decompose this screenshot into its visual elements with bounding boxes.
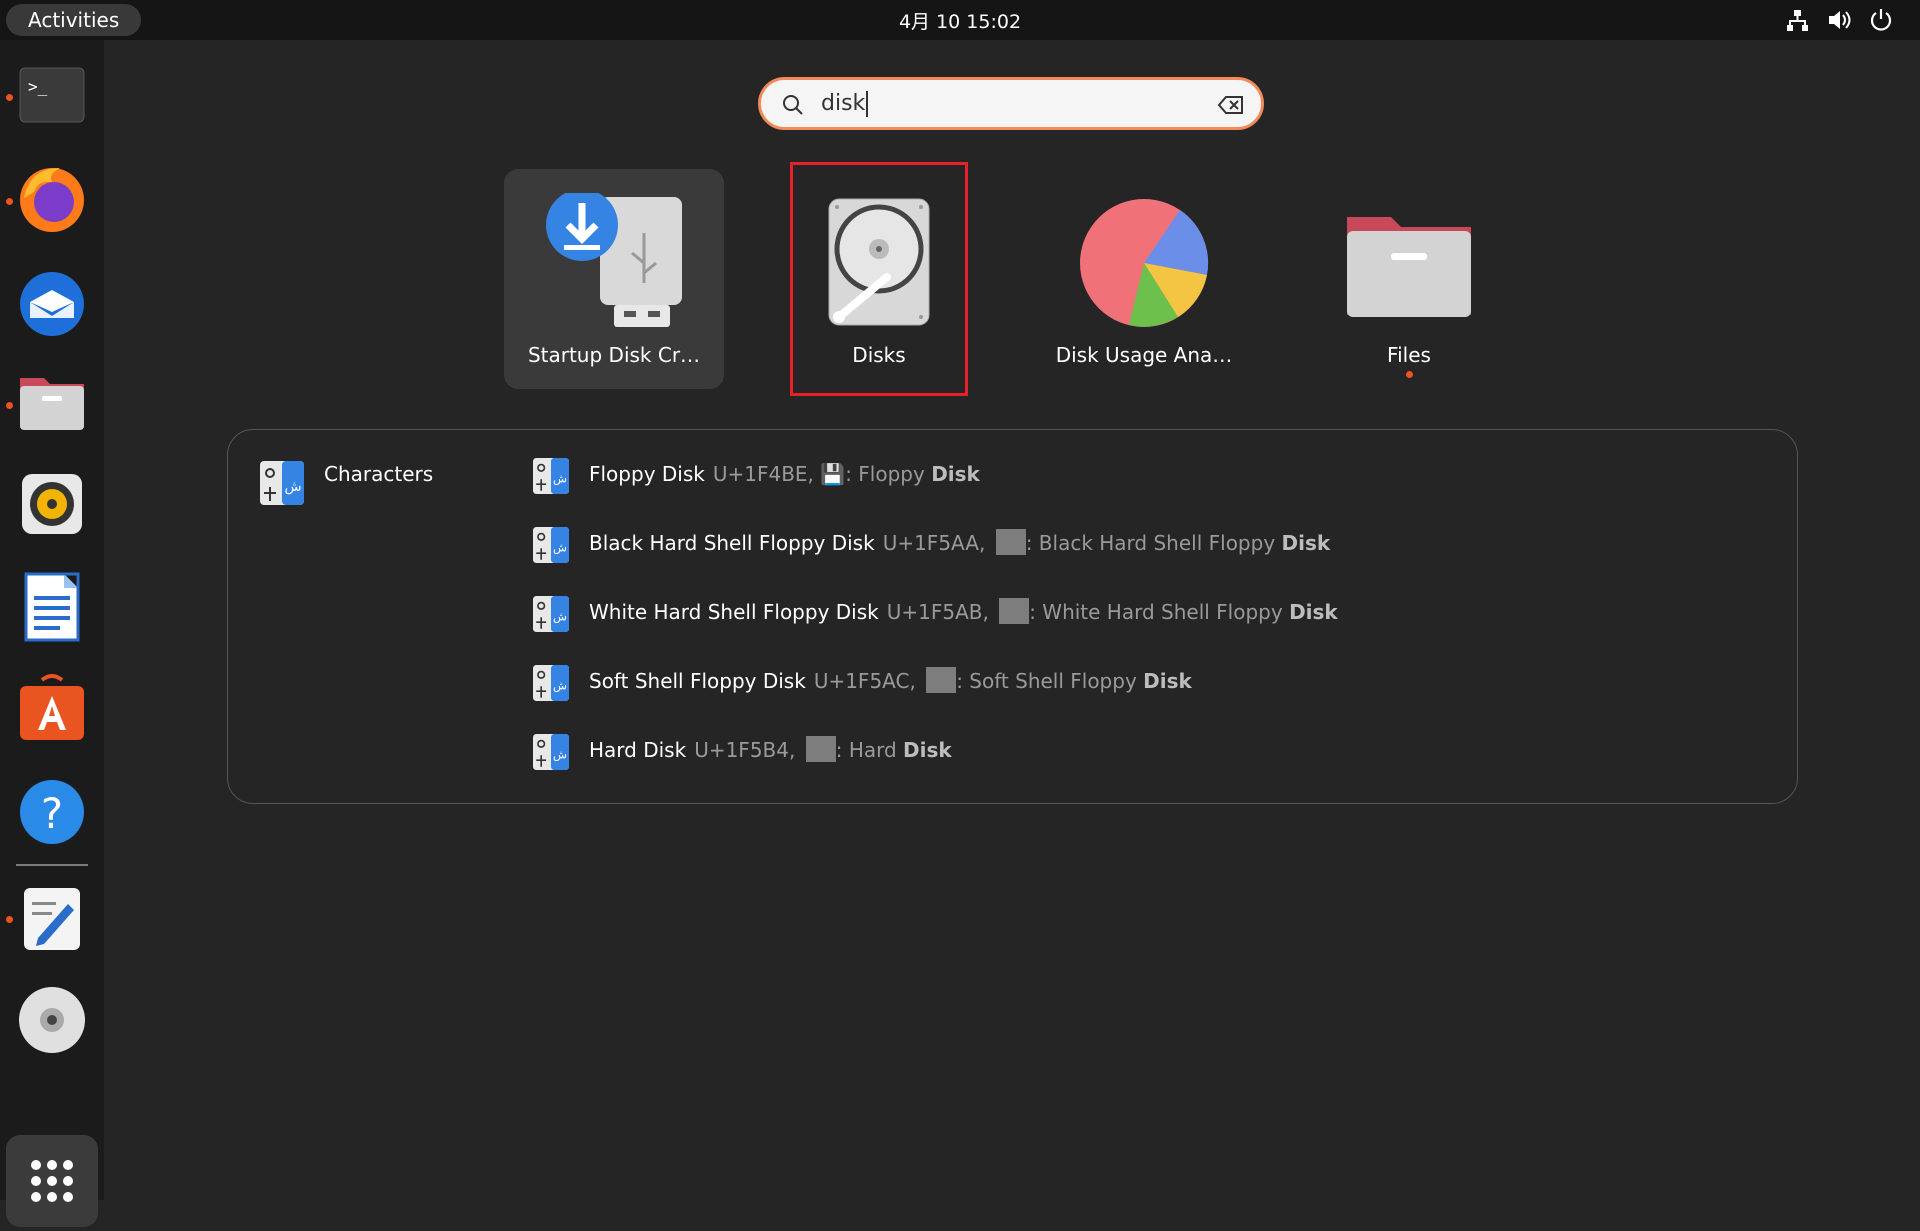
character-result-row[interactable]: ش Floppy Disk U+1F4BE, 💾: Floppy Disk: [533, 454, 1733, 494]
dock-separator: [16, 864, 88, 866]
disk-usage-analyzer-icon: [1080, 199, 1209, 327]
character-desc-text: Hard: [848, 738, 897, 762]
character-glyph: 💾: [820, 462, 846, 486]
startup-disk-creator-icon: [546, 193, 682, 327]
app-center-icon[interactable]: [12, 668, 92, 748]
character-desc-match: Disk: [1143, 669, 1192, 693]
backspace-clear-icon[interactable]: [1217, 94, 1245, 116]
power-icon[interactable]: [1868, 7, 1894, 33]
character-desc-match: Disk: [1289, 600, 1338, 624]
dock: >_ ?: [0, 40, 104, 1227]
character-desc-text: White Hard Shell Floppy: [1042, 600, 1283, 624]
character-desc-text: Black Hard Shell Floppy: [1038, 531, 1276, 555]
terminal-icon[interactable]: >_: [12, 56, 92, 136]
character-result-row[interactable]: ش White Hard Shell Floppy Disk U+1F5AB, : …: [533, 592, 1733, 632]
app-grid-icon: [31, 1160, 73, 1202]
character-description: U+1F4BE, 💾: Floppy Disk: [712, 462, 980, 486]
missing-glyph-box: [805, 736, 836, 762]
characters-icon: ش: [533, 665, 569, 701]
characters-provider-panel: ش Characters ش Floppy Disk U+1F4BE, 💾: Flo…: [227, 429, 1798, 804]
missing-glyph-box: [926, 667, 957, 693]
running-indicator: [1406, 371, 1413, 378]
app-label: Startup Disk Cr…: [527, 343, 701, 367]
character-name: White Hard Shell Floppy Disk: [589, 600, 879, 624]
clock[interactable]: 4月 10 15:02: [0, 0, 1920, 44]
character-name: Soft Shell Floppy Disk: [589, 669, 806, 693]
rhythmbox-icon[interactable]: [12, 464, 92, 544]
characters-icon[interactable]: ش: [260, 461, 304, 505]
svg-text:ش: ش: [553, 610, 567, 625]
firefox-icon[interactable]: [12, 158, 92, 238]
svg-text:ش: ش: [553, 679, 567, 694]
svg-text:?: ?: [41, 789, 63, 838]
character-code: U+1F5AC,: [813, 669, 916, 693]
help-icon[interactable]: ?: [12, 770, 92, 850]
character-desc-text: Floppy: [858, 462, 925, 486]
character-result-row[interactable]: ش Hard Disk U+1F5B4, : Hard Disk: [533, 730, 1733, 770]
characters-icon: ش: [533, 527, 569, 563]
text-editor-icon[interactable]: [12, 878, 92, 958]
characters-icon: ش: [533, 458, 569, 494]
files-icon[interactable]: [12, 362, 92, 442]
volume-icon[interactable]: [1826, 7, 1852, 33]
character-desc-match: Disk: [931, 462, 980, 486]
character-result-row[interactable]: ش Soft Shell Floppy Disk U+1F5AC, : Soft S…: [533, 661, 1733, 701]
files-icon: [1347, 217, 1471, 317]
svg-text:ش: ش: [284, 479, 301, 495]
character-code: U+1F5AB,: [886, 600, 989, 624]
character-desc-match: Disk: [903, 738, 952, 762]
character-code: U+1F5B4,: [694, 738, 796, 762]
top-bar: Activities 4月 10 15:02: [0, 0, 1920, 40]
app-label: Disk Usage Ana…: [1055, 343, 1233, 367]
characters-icon: ش: [533, 596, 569, 632]
character-description: U+1F5AB, : White Hard Shell Floppy Disk: [886, 598, 1338, 624]
search-input[interactable]: disk: [821, 91, 869, 117]
characters-icon: ش: [533, 734, 569, 770]
character-code: U+1F5AA,: [882, 531, 986, 555]
svg-text:ش: ش: [553, 472, 567, 487]
character-name: Floppy Disk: [589, 462, 705, 486]
app-label: Files: [1387, 343, 1431, 367]
search-entry[interactable]: disk: [758, 77, 1264, 130]
thunderbird-icon[interactable]: [12, 262, 92, 342]
svg-text:>_: >_: [28, 77, 48, 96]
character-code: U+1F4BE,: [712, 462, 814, 486]
character-description: U+1F5AC, : Soft Shell Floppy Disk: [813, 667, 1192, 693]
character-name: Black Hard Shell Floppy Disk: [589, 531, 875, 555]
app-disk-usage-analyzer[interactable]: Disk Usage Ana…: [1034, 169, 1254, 389]
character-description: U+1F5B4, : Hard Disk: [694, 736, 952, 762]
show-applications-button[interactable]: [6, 1135, 98, 1227]
provider-name: Characters: [324, 462, 434, 486]
character-desc-text: Soft Shell Floppy: [969, 669, 1137, 693]
character-description: U+1F5AA, : Black Hard Shell Floppy Disk: [882, 529, 1331, 555]
character-name: Hard Disk: [589, 738, 687, 762]
app-startup-disk-creator[interactable]: Startup Disk Cr…: [504, 169, 724, 389]
app-files[interactable]: Files: [1299, 169, 1519, 389]
search-icon: [783, 95, 803, 115]
svg-text:ش: ش: [553, 541, 567, 556]
selection-highlight: [790, 162, 968, 396]
svg-text:ش: ش: [553, 748, 567, 763]
character-result-row[interactable]: ش Black Hard Shell Floppy Disk U+1F5AA, : …: [533, 523, 1733, 563]
missing-glyph-box: [999, 598, 1030, 624]
disc-icon[interactable]: [12, 980, 92, 1060]
character-desc-match: Disk: [1281, 531, 1331, 555]
libreoffice-writer-icon[interactable]: [12, 566, 92, 646]
network-icon[interactable]: [1784, 7, 1810, 33]
missing-glyph-box: [995, 529, 1026, 555]
